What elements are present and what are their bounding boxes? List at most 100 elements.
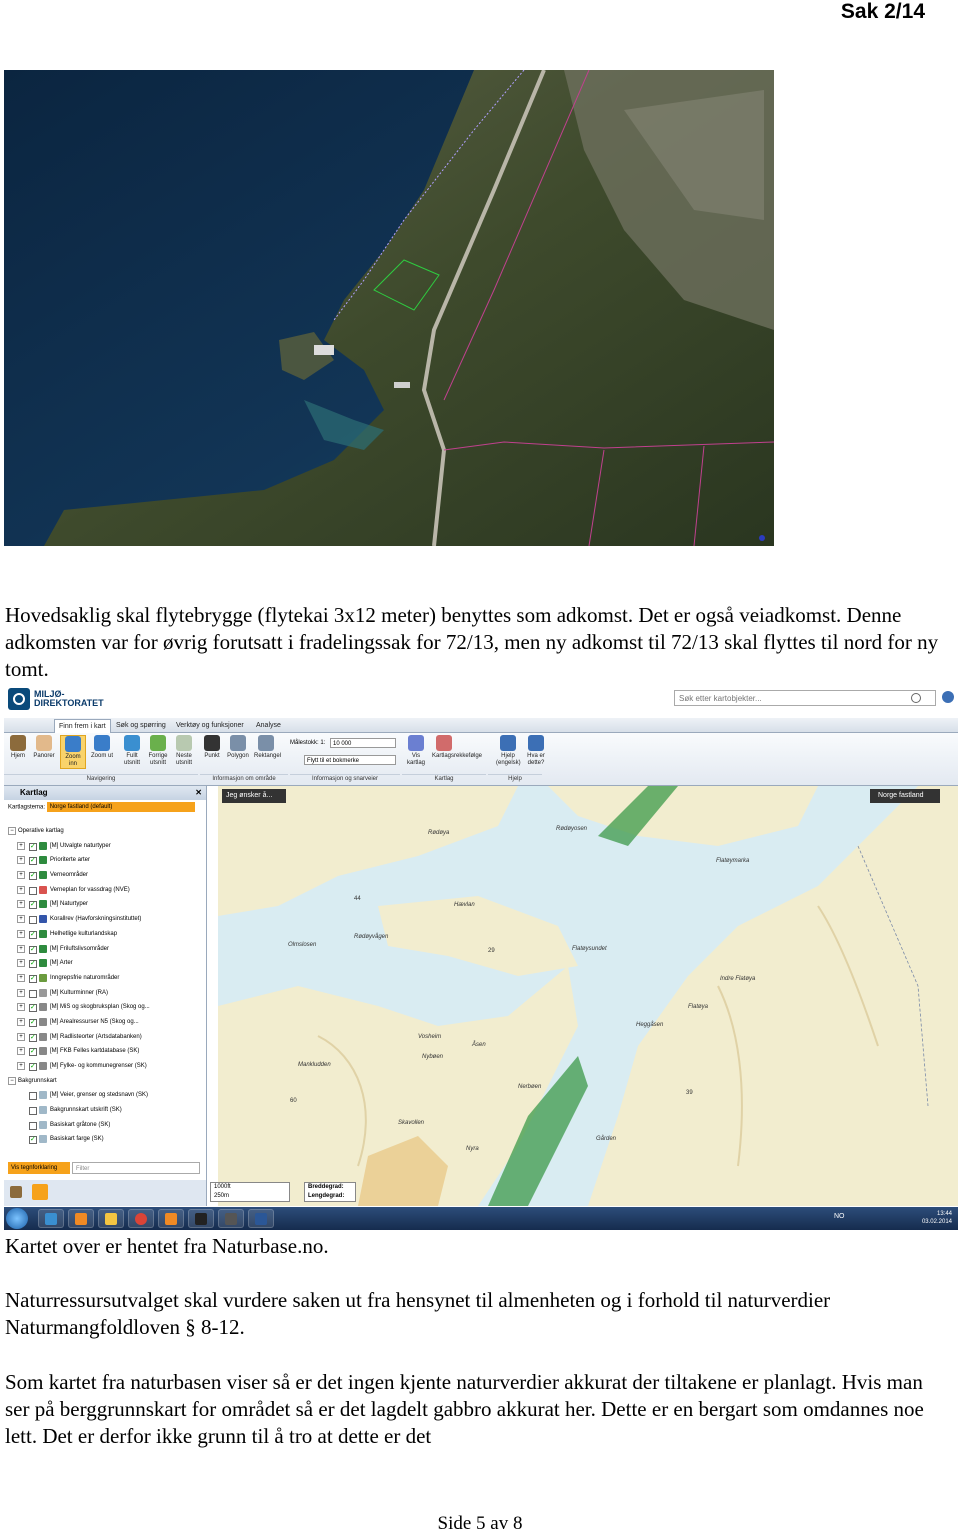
ribbon-button-4[interactable]: Fullt utsnitt [120, 735, 144, 767]
ribbon-button-5[interactable]: Forrige utsnitt [146, 735, 170, 767]
expand-icon[interactable]: + [17, 1017, 25, 1026]
layer-checkbox[interactable] [29, 928, 37, 943]
layer-checkbox[interactable] [29, 898, 37, 913]
layer-item[interactable]: + [M] Utvalgte naturtyper [4, 839, 200, 854]
ribbon-button-8[interactable]: Polygon [226, 735, 250, 760]
theme-select[interactable]: Norge fastland (default) [46, 802, 195, 812]
layer-item[interactable]: + [M] Arter [4, 956, 200, 972]
filter-input[interactable]: Filter [72, 1162, 200, 1174]
expand-icon[interactable]: + [17, 915, 25, 924]
expand-icon[interactable]: + [17, 1062, 25, 1070]
layer-checkbox[interactable] [29, 1016, 37, 1031]
layer-item[interactable]: + [M] Fylke- og kommunegrenser (SK) [4, 1059, 200, 1075]
layer-item[interactable]: + [M] Arealressurser N5 (Skog og... [4, 1015, 200, 1031]
expand-icon[interactable]: + [17, 1003, 25, 1012]
search-input[interactable]: Søk etter kartobjekter... [674, 690, 936, 706]
layer-checkbox[interactable] [29, 989, 37, 998]
layer-checkbox[interactable] [29, 1133, 37, 1148]
expand-icon[interactable]: + [17, 944, 25, 953]
chrome-icon[interactable] [128, 1209, 154, 1228]
ribbon-button-9[interactable]: Rektangel [254, 735, 281, 760]
ribbon-button-0[interactable]: Hjem [6, 735, 30, 760]
layer-item[interactable]: + Prioriterte arter [4, 853, 200, 869]
expand-icon[interactable]: + [17, 841, 25, 850]
app-icon[interactable] [218, 1209, 244, 1228]
layer-checkbox[interactable] [29, 957, 37, 972]
explorer-icon[interactable] [98, 1209, 124, 1228]
expand-icon[interactable]: − [8, 1076, 16, 1085]
group-operative[interactable]: − Operative kartlag [4, 824, 200, 839]
start-button[interactable] [6, 1208, 28, 1229]
layers-icon[interactable] [32, 1184, 48, 1200]
layer-item[interactable]: + [M] Radlisteorter (Artsdatabanken) [4, 1030, 200, 1045]
layer-item[interactable]: + Korallrev (Havforskningsinstituttet) [4, 912, 200, 927]
layer-checkbox[interactable] [29, 943, 37, 957]
expand-icon[interactable]: + [17, 988, 25, 997]
layer-checkbox[interactable] [29, 840, 37, 854]
outlook-icon[interactable] [158, 1209, 184, 1228]
expand-icon[interactable]: − [8, 827, 16, 835]
media-player-icon[interactable] [68, 1209, 94, 1228]
expand-icon[interactable]: + [17, 1032, 25, 1041]
expand-icon[interactable]: + [17, 959, 25, 968]
tab-1[interactable]: Søk og spørring [112, 719, 170, 732]
ie-icon[interactable] [38, 1209, 64, 1228]
background-layer-item[interactable]: [M] Veier, grenser og stedsnavn (SK) [4, 1088, 200, 1103]
clock[interactable]: 13:44 03.02.2014 [922, 1210, 952, 1226]
tab-0[interactable]: Finn frem i kart [54, 719, 111, 733]
ribbon-button-7[interactable]: Punkt [200, 735, 224, 760]
language-indicator[interactable]: NO [834, 1213, 845, 1220]
legend-button[interactable]: Vis tegnforklaring [8, 1162, 70, 1174]
layer-checkbox[interactable] [29, 1045, 37, 1060]
layer-checkbox[interactable] [29, 916, 37, 925]
tab-3[interactable]: Analyse [252, 719, 285, 732]
word-icon[interactable] [248, 1209, 274, 1228]
ribbon-button-1[interactable]: Panorer [32, 735, 56, 760]
layer-item[interactable]: + [M] Naturtyper [4, 897, 200, 913]
home-icon[interactable] [10, 1186, 22, 1198]
background-map-select[interactable]: Norge fastland [870, 789, 940, 803]
background-layer-item[interactable]: Basiskart farge (SK) [4, 1132, 200, 1148]
layer-item[interactable]: + Verneplan for vassdrag (NVE) [4, 883, 200, 898]
layer-checkbox[interactable] [29, 886, 37, 895]
layer-checkbox[interactable] [29, 1092, 37, 1101]
layer-checkbox[interactable] [29, 1031, 37, 1045]
ribbon-button-11[interactable]: Kartlagsrekkefølge [432, 735, 482, 760]
expand-icon[interactable]: + [17, 856, 25, 865]
expand-icon[interactable]: + [17, 885, 25, 894]
layer-item[interactable]: + [M] MiS og skogbruksplan (Skog og... [4, 1000, 200, 1016]
jeg-onsker-button[interactable]: Jeg ønsker å... [222, 789, 286, 803]
ribbon-button-6[interactable]: Neste utsnitt [172, 735, 196, 767]
ribbon-button-3[interactable]: Zoom ut [90, 735, 114, 760]
ribbon-button-12[interactable]: Hjelp (engelsk) [496, 735, 521, 767]
expand-icon[interactable]: + [17, 900, 25, 909]
expand-icon[interactable]: + [17, 871, 25, 880]
scale-input[interactable]: 10 000 [330, 738, 396, 748]
layer-checkbox[interactable] [29, 854, 37, 869]
map-view[interactable]: Rødøya Rødøyosen Flatøymarka Hævlan Rødøyvåg… [218, 786, 958, 1206]
ribbon-button-13[interactable]: Hva er dette? [524, 735, 548, 767]
layer-item[interactable]: + [M] Kulturminner (RA) [4, 986, 200, 1001]
help-icon[interactable] [942, 691, 954, 703]
tab-2[interactable]: Verktøy og funksjoner [172, 719, 248, 732]
expand-icon[interactable]: + [17, 1047, 25, 1056]
layer-item[interactable]: + Verneområder [4, 868, 200, 884]
expand-icon[interactable]: + [17, 973, 25, 982]
background-layer-item[interactable]: Basiskart gråtone (SK) [4, 1118, 200, 1133]
ribbon-button-10[interactable]: Vis kartlag [404, 735, 428, 767]
layer-item[interactable]: + [M] FKB Felles kartdatabase (SK) [4, 1044, 200, 1060]
ribbon-button-2[interactable]: Zoom inn [60, 735, 86, 769]
layer-item[interactable]: + Helhetlige kulturlandskap [4, 927, 200, 943]
layer-checkbox[interactable] [29, 1001, 37, 1016]
layer-item[interactable]: + [M] Friluftslivsområder [4, 942, 200, 957]
background-layer-item[interactable]: Bakgrunnskart utskrift (SK) [4, 1103, 200, 1118]
layer-checkbox[interactable] [29, 1060, 37, 1075]
layer-checkbox[interactable] [29, 972, 37, 987]
bookmark-select[interactable]: Flytt til et bokmerke [304, 755, 396, 765]
close-icon[interactable]: ✕ [195, 786, 202, 800]
window-icon[interactable] [188, 1209, 214, 1228]
group-background[interactable]: − Bakgrunnskart [4, 1074, 200, 1089]
search-icon[interactable] [911, 693, 921, 703]
layer-item[interactable]: + Inngrepsfrie naturområder [4, 971, 200, 987]
layer-checkbox[interactable] [29, 1107, 37, 1116]
